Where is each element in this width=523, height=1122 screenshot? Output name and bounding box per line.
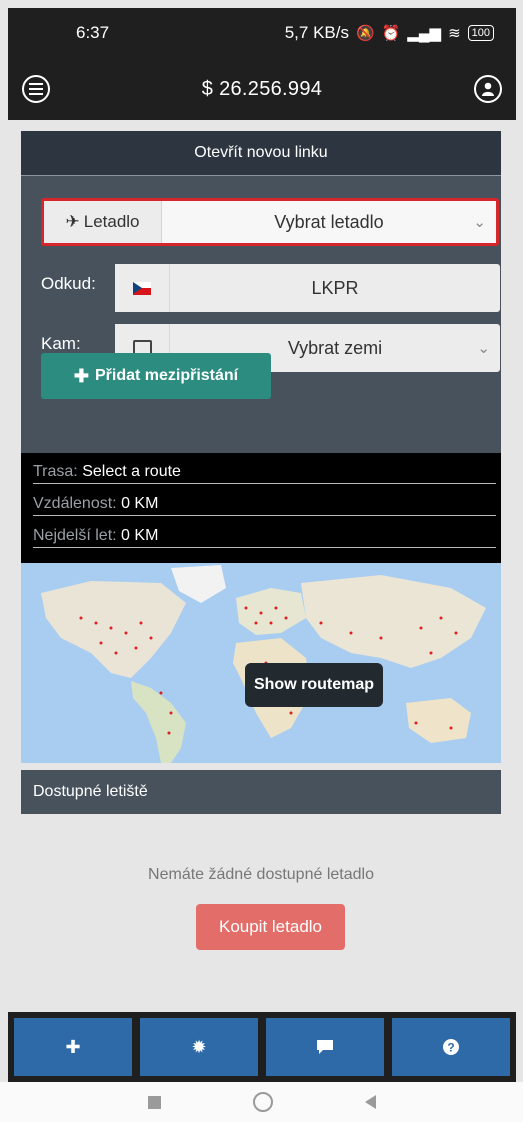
signal-icon: ▂▄▆ <box>407 24 442 42</box>
new-route-panel: Otevřít novou linku ✈ Letadlo Vybrat let… <box>21 131 501 763</box>
route-form: ✈ Letadlo Vybrat letadlo ⌄ Odkud: LKPR K… <box>21 176 501 453</box>
menu-icon[interactable] <box>22 75 50 103</box>
add-stopover-label: Přidat mezipřistání <box>94 367 239 384</box>
svg-text:?: ? <box>447 1041 454 1055</box>
help-icon[interactable]: ? <box>392 1018 510 1076</box>
network-speed: 5,7 KB/s <box>284 23 349 42</box>
from-label: Odkud: <box>41 274 96 293</box>
longest-value: 0 KM <box>121 527 159 544</box>
to-label: Kam: <box>41 334 81 353</box>
aircraft-placeholder: Vybrat letadlo <box>274 211 384 232</box>
from-field[interactable]: LKPR <box>115 264 500 312</box>
from-value: LKPR <box>311 277 359 298</box>
wifi-icon: ≋ <box>448 24 461 42</box>
home-icon[interactable] <box>252 1092 273 1112</box>
from-flag-addon <box>115 264 170 312</box>
mute-icon: 🔕 <box>355 24 375 42</box>
route-info: Trasa: Select a route Vzdálenost: 0 KM N… <box>21 453 501 563</box>
aircraft-addon: ✈ Letadlo <box>44 201 162 243</box>
status-icons: 5,7 KB/s 🔕 ⏰ ▂▄▆ ≋ 100 <box>285 23 494 43</box>
route-value: Select a route <box>82 463 181 480</box>
recents-icon[interactable] <box>147 1095 161 1109</box>
gear-icon[interactable]: ✹ <box>140 1018 258 1076</box>
aircraft-select[interactable]: ✈ Letadlo Vybrat letadlo ⌄ <box>41 198 499 246</box>
distance-key: Vzdálenost: <box>33 495 117 512</box>
back-icon[interactable] <box>364 1095 376 1109</box>
balance: $ 26.256.994 <box>201 77 323 100</box>
status-bar: 6:37 5,7 KB/s 🔕 ⏰ ▂▄▆ ≋ 100 <box>8 8 516 58</box>
user-icon[interactable] <box>473 75 502 103</box>
battery-icon: 100 <box>467 25 494 41</box>
route-info-route: Trasa: Select a route <box>33 461 496 484</box>
world-map[interactable]: Show routemap <box>21 563 501 763</box>
status-time: 6:37 <box>76 23 110 42</box>
czech-flag-icon <box>133 281 151 295</box>
alarm-icon: ⏰ <box>381 24 401 42</box>
route-key: Trasa: <box>33 463 78 480</box>
plus-icon[interactable]: ✚ <box>14 1018 132 1076</box>
distance-value: 0 KM <box>121 495 159 512</box>
add-stopover-button[interactable]: ✚ Přidat mezipřistání <box>41 353 271 399</box>
chat-icon[interactable] <box>266 1018 384 1076</box>
route-info-longest: Nejdelší let: 0 KM <box>33 525 496 548</box>
longest-key: Nejdelší let: <box>33 527 117 544</box>
available-airports-header: Dostupné letiště <box>21 770 501 814</box>
empty-message: Nemáte žádné dostupné letadlo <box>148 866 374 883</box>
bottom-nav: ✚ ✹ ? <box>8 1012 516 1082</box>
plus-icon: ✚ <box>73 365 89 386</box>
aircraft-select-value[interactable]: Vybrat letadlo ⌄ <box>162 201 496 243</box>
buy-aircraft-button[interactable]: Koupit letadlo <box>196 904 345 950</box>
to-placeholder: Vybrat zemi <box>287 337 383 358</box>
panel-title: Otevřít novou linku <box>21 131 501 176</box>
system-nav <box>0 1082 523 1122</box>
airplane-icon: ✈ <box>65 212 80 231</box>
show-routemap-button[interactable]: Show routemap <box>245 663 383 707</box>
aircraft-label: Letadlo <box>83 212 140 231</box>
route-info-distance: Vzdálenost: 0 KM <box>33 493 496 516</box>
app-bar: $ 26.256.994 <box>8 58 516 120</box>
chevron-down-icon: ⌄ <box>477 340 490 357</box>
chevron-down-icon: ⌄ <box>473 214 486 231</box>
